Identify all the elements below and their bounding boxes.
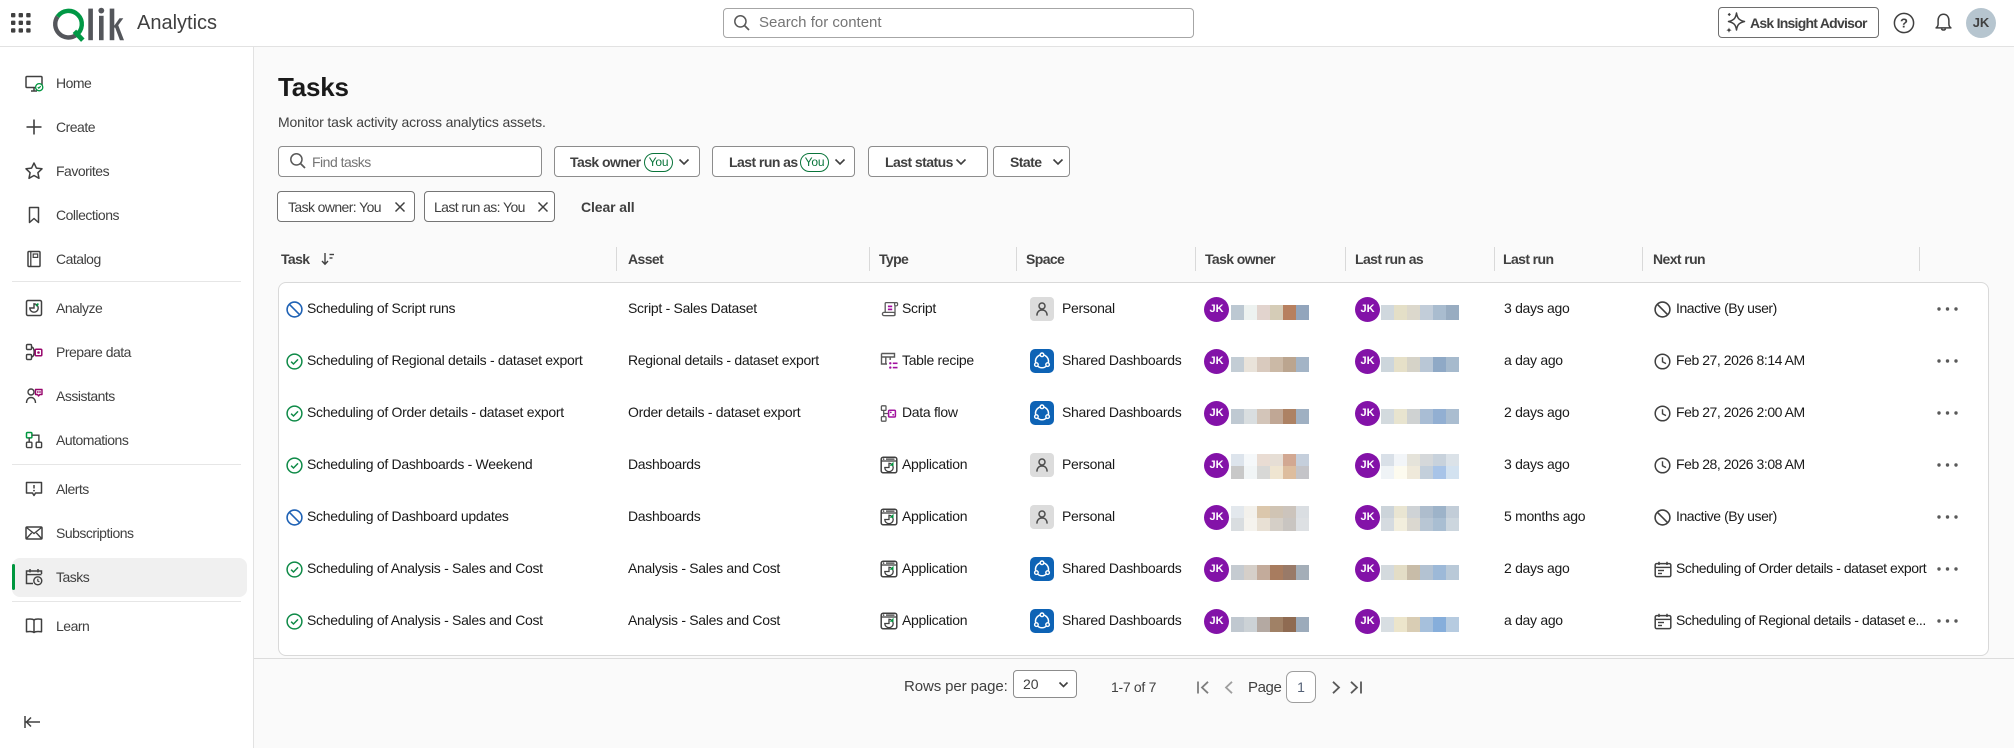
svg-text:?: ?: [1900, 16, 1908, 31]
